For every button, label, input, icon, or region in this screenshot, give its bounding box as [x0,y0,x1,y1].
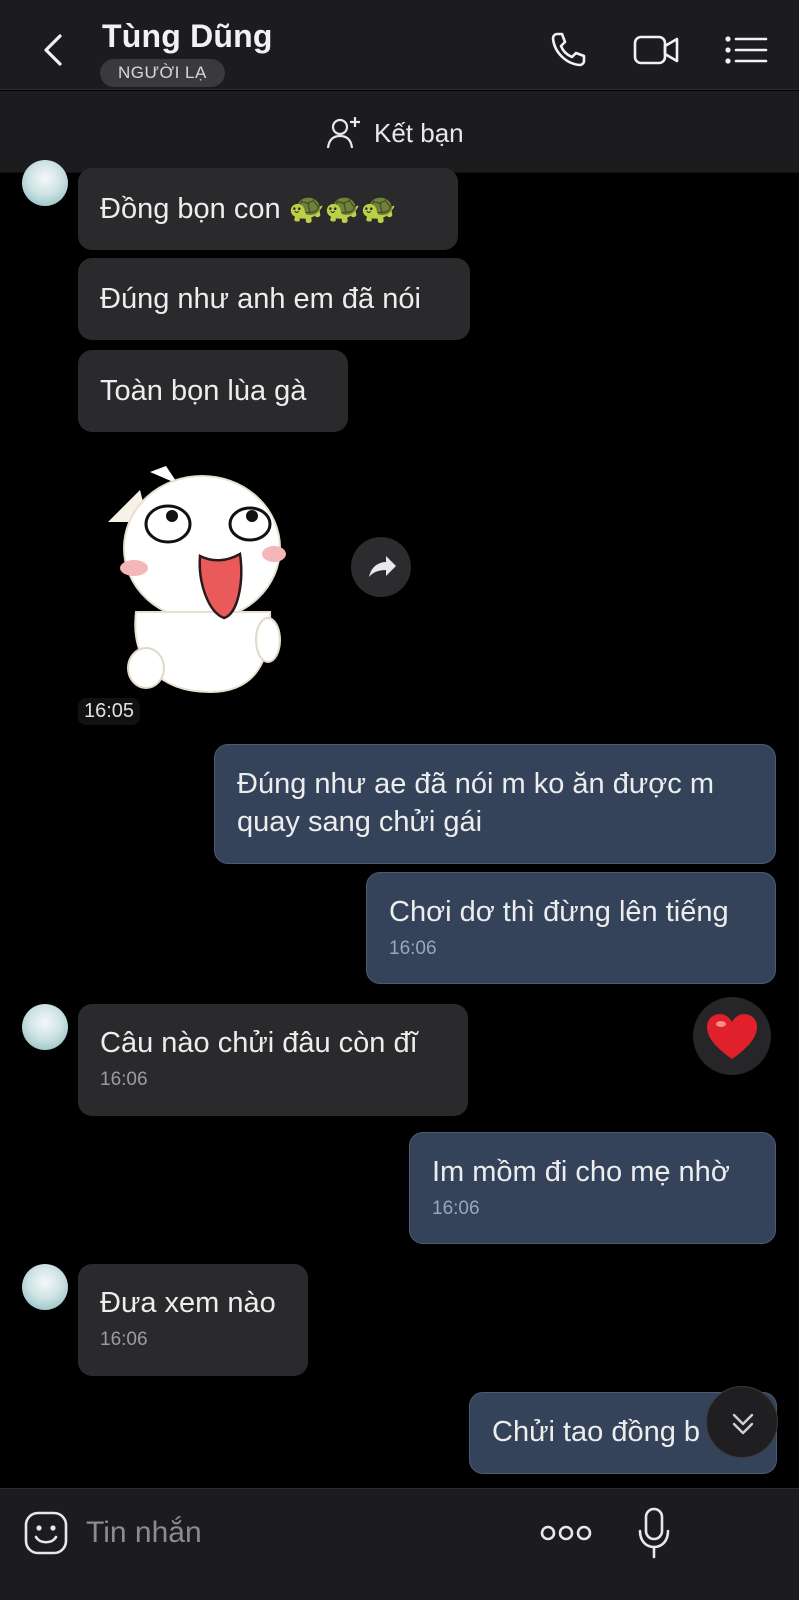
forward-button[interactable] [351,537,411,597]
message-composer [0,1488,799,1600]
message-bubble[interactable]: Đúng như anh em đã nói [78,258,470,340]
back-button[interactable] [34,28,74,72]
message-text: Đưa xem nào [100,1287,276,1319]
video-icon [633,35,679,65]
message-timestamp: 16:06 [389,938,437,959]
more-options-button[interactable] [538,1513,594,1553]
message-input[interactable] [86,1503,506,1563]
share-arrow-icon [369,556,396,577]
message-text: Im mồm đi cho mẹ nhờ [432,1156,730,1188]
emoji-button[interactable] [22,1509,70,1557]
add-friend-bar: Kết bạn [0,91,799,173]
sticker-message[interactable] [100,462,300,694]
add-friend-label: Kết bạn [374,117,464,148]
message-text: Đồng bọn con 🐢🐢🐢 [100,193,397,225]
heart-reaction-button[interactable] [693,997,771,1075]
message-bubble[interactable]: Toàn bọn lùa gà [78,350,348,432]
call-button[interactable] [546,28,594,72]
stranger-badge: NGƯỜI LẠ [100,59,225,87]
avatar[interactable] [22,1264,68,1310]
add-friend-button[interactable]: Kết bạn [326,113,464,153]
message-timestamp: 16:06 [432,1198,480,1219]
add-user-icon [326,117,360,149]
message-bubble[interactable]: Đồng bọn con 🐢🐢🐢 [78,168,458,250]
message-bubble[interactable]: Chơi dơ thì đừng lên tiếng 16:06 [366,872,776,984]
phone-icon [551,32,586,67]
emoji-icon [24,1511,68,1555]
video-call-button[interactable] [632,28,680,72]
double-chevron-down-icon [732,1413,754,1435]
scroll-to-bottom-button[interactable] [706,1386,778,1458]
more-options-icon [540,1525,592,1541]
message-timestamp: 16:05 [78,698,141,725]
message-bubble[interactable]: Đúng như ae đã nói m ko ăn được m quay s… [214,744,776,864]
laughing-sticker-image [108,466,286,694]
message-timestamp: 16:06 [100,1069,148,1090]
message-bubble[interactable]: Im mồm đi cho mẹ nhờ 16:06 [409,1132,776,1244]
message-text: Toàn bọn lùa gà [100,375,307,407]
message-text: Câu nào chửi đâu còn đĩ [100,1027,418,1059]
voice-message-button[interactable] [636,1505,672,1561]
chat-header: Tùng Dũng NGƯỜI LẠ [0,0,799,90]
message-text: Đúng như anh em đã nói [100,283,421,315]
message-timestamp: 16:06 [100,1329,148,1350]
conversation-menu-button[interactable] [722,28,770,72]
microphone-icon [638,1507,670,1559]
message-bubble[interactable]: Câu nào chửi đâu còn đĩ 16:06 [78,1004,468,1116]
message-text: Chơi dơ thì đừng lên tiếng [389,896,729,928]
avatar[interactable] [22,1004,68,1050]
contact-name[interactable]: Tùng Dũng [102,18,273,55]
chat-screen: Tùng Dũng NGƯỜI LẠ Kết bạn Đồng bọn con … [0,0,799,1600]
message-text: Đúng như ae đã nói m ko ăn được m quay s… [237,768,714,838]
back-icon [44,34,62,66]
message-bubble[interactable]: Đưa xem nào 16:06 [78,1264,308,1376]
avatar[interactable] [22,160,68,206]
menu-list-icon [725,36,768,64]
heart-icon [707,1014,757,1059]
